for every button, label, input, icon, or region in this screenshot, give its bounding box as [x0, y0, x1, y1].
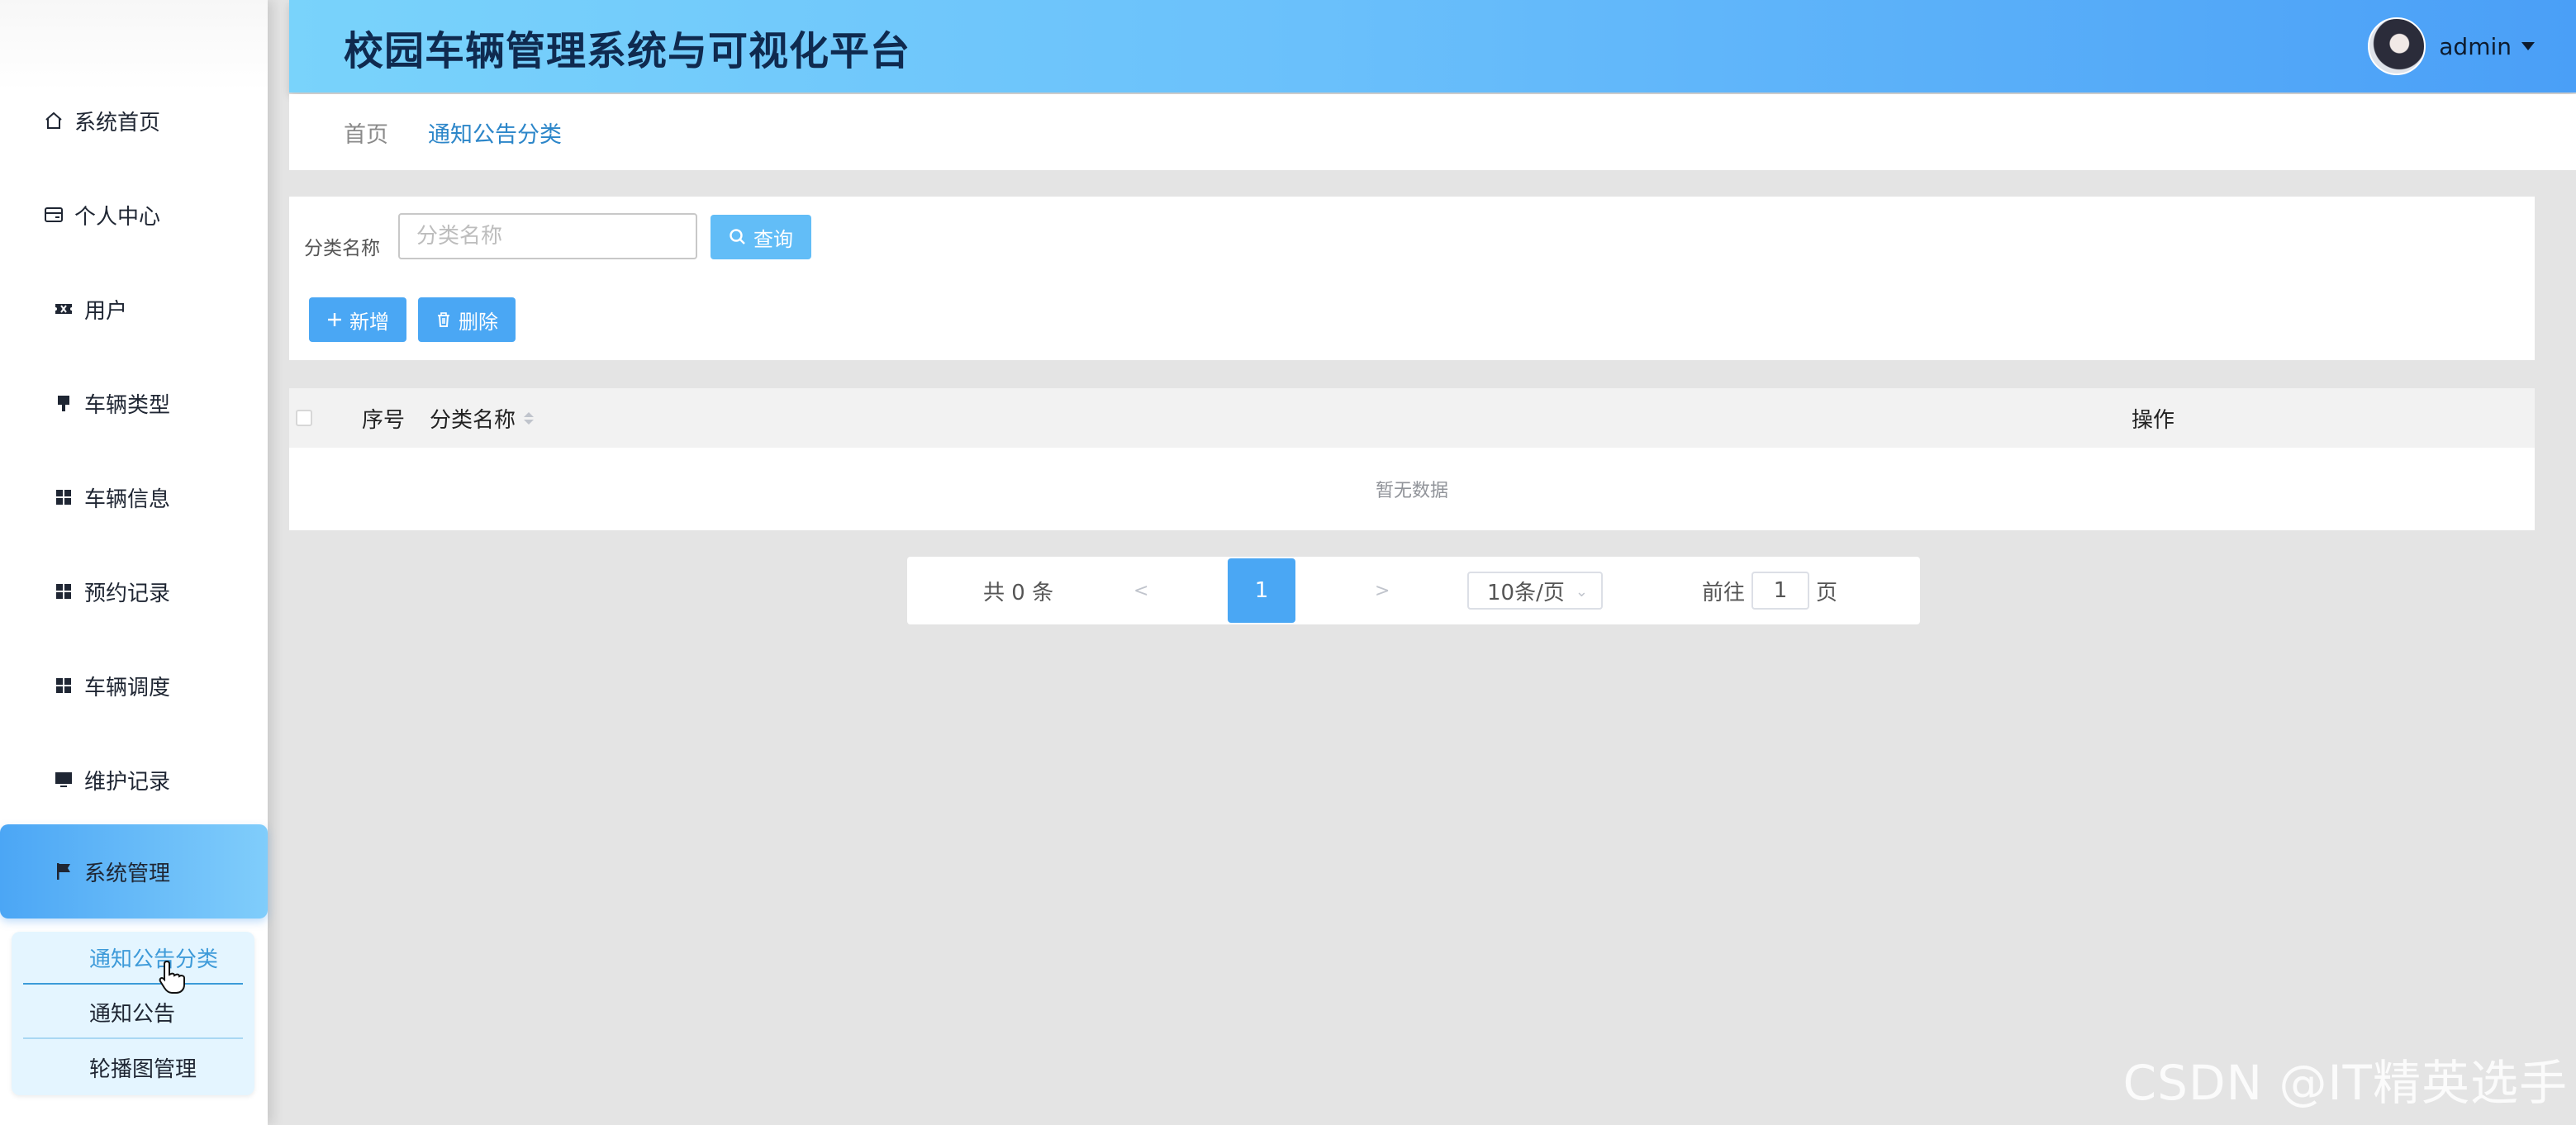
query-button[interactable]: 查询: [711, 215, 811, 259]
sort-icon[interactable]: [524, 411, 535, 425]
user-menu[interactable]: admin: [2368, 17, 2535, 76]
goto-prefix: 前往: [1702, 580, 1746, 605]
sidebar-item-vehicle-info[interactable]: 车辆信息: [0, 456, 268, 539]
flag-icon: [51, 859, 76, 884]
submenu-item-carousel[interactable]: 轮播图管理: [23, 1041, 243, 1094]
plus-icon: [326, 311, 343, 328]
submenu: 通知公告分类 通知公告 轮播图管理: [12, 932, 254, 1095]
column-label: 分类名称: [430, 407, 516, 433]
page-size-select[interactable]: 10条/页 ⌄: [1467, 572, 1603, 610]
empty-state: 暂无数据: [1375, 481, 1448, 501]
sidebar-item-profile[interactable]: 个人中心: [0, 173, 268, 256]
sidebar-item-label: 车辆调度: [84, 675, 171, 700]
sidebar-top: [0, 0, 268, 91]
column-label: 操作: [2132, 407, 2175, 433]
next-page-button[interactable]: >: [1375, 557, 1390, 624]
id-card-icon: [41, 202, 66, 227]
submenu-item-notice[interactable]: 通知公告: [23, 986, 243, 1039]
search-panel: 分类名称 查询 新增 删除: [289, 197, 2535, 360]
goto-suffix: 页: [1816, 580, 1838, 605]
breadcrumb: 首页 通知公告分类: [289, 94, 2576, 170]
avatar[interactable]: [2368, 17, 2426, 75]
pagination: 共 0 条 < 1 > 10条/页 ⌄ 前往 页: [907, 557, 1920, 624]
hand-cursor-icon: [159, 960, 187, 998]
sidebar-item-dispatch[interactable]: 车辆调度: [0, 644, 268, 727]
sidebar-item-home[interactable]: 系统首页: [0, 79, 268, 162]
prev-page-button[interactable]: <: [1134, 557, 1148, 624]
sidebar: 系统首页 个人中心 用户 车辆类型 车辆信息 预约记录 车辆调度 维护记录 系统…: [0, 0, 268, 1125]
column-header-index: 序号: [362, 388, 405, 448]
brush-icon: [51, 391, 76, 415]
sidebar-item-label: 个人中心: [74, 204, 161, 230]
goto-page-input[interactable]: [1751, 572, 1810, 610]
sidebar-item-vehicle-type[interactable]: 车辆类型: [0, 362, 268, 444]
trash-icon: [435, 311, 452, 328]
watermark: CSDN @IT精英选手: [2122, 1055, 2568, 1111]
select-all-checkbox[interactable]: [296, 410, 312, 426]
page-size-value: 10条/页: [1487, 580, 1565, 605]
chevron-down-icon: ⌄: [1575, 583, 1588, 600]
data-table: 序号 分类名称 操作 暂无数据: [289, 388, 2535, 530]
ticket-icon: [51, 297, 76, 321]
sidebar-item-label: 车辆信息: [84, 487, 171, 512]
user-name[interactable]: admin: [2439, 33, 2512, 60]
delete-button[interactable]: 删除: [418, 297, 516, 342]
column-label: 序号: [362, 407, 406, 433]
header: 校园车辆管理系统与可视化平台 admin: [289, 0, 2576, 93]
search-icon: [729, 228, 747, 246]
sidebar-item-reservations[interactable]: 预约记录: [0, 550, 268, 633]
sidebar-item-label: 系统管理: [84, 861, 171, 886]
sidebar-item-label: 维护记录: [84, 769, 171, 795]
submenu-item-label: 通知公告: [89, 1001, 176, 1027]
search-label: 分类名称: [304, 238, 380, 259]
page-number-button[interactable]: 1: [1228, 558, 1295, 623]
sidebar-item-users[interactable]: 用户: [0, 268, 268, 350]
sidebar-item-system[interactable]: 系统管理: [0, 824, 268, 919]
submenu-item-notice-category[interactable]: 通知公告分类: [23, 932, 243, 985]
add-button[interactable]: 新增: [309, 297, 406, 342]
table-header: 序号 分类名称 操作: [289, 388, 2535, 448]
category-name-input[interactable]: [398, 213, 697, 259]
grid-icon: [51, 579, 76, 604]
column-header-category-name[interactable]: 分类名称: [430, 388, 535, 448]
sidebar-item-label: 预约记录: [84, 581, 171, 606]
pagination-total: 共 0 条: [983, 580, 1054, 605]
submenu-item-label: 轮播图管理: [89, 1056, 197, 1082]
add-button-label: 新增: [349, 310, 389, 334]
submenu-item-label: 通知公告分类: [89, 947, 219, 972]
delete-button-label: 删除: [459, 310, 498, 334]
query-button-label: 查询: [753, 227, 793, 251]
app-title: 校园车辆管理系统与可视化平台: [344, 28, 911, 74]
sidebar-item-label: 系统首页: [74, 110, 161, 135]
column-header-actions: 操作: [2132, 388, 2174, 448]
grid-icon: [51, 485, 76, 510]
monitor-icon: [51, 767, 76, 792]
breadcrumb-current: 通知公告分类: [428, 121, 562, 148]
sidebar-item-label: 用户: [84, 298, 128, 324]
grid-icon: [51, 673, 76, 698]
breadcrumb-home[interactable]: 首页: [344, 116, 388, 149]
sidebar-item-maintenance[interactable]: 维护记录: [0, 738, 268, 821]
home-icon: [41, 108, 66, 133]
goto-page: 前往 页: [1702, 557, 1837, 624]
caret-down-icon[interactable]: [2521, 42, 2535, 50]
sidebar-item-label: 车辆类型: [84, 392, 171, 418]
